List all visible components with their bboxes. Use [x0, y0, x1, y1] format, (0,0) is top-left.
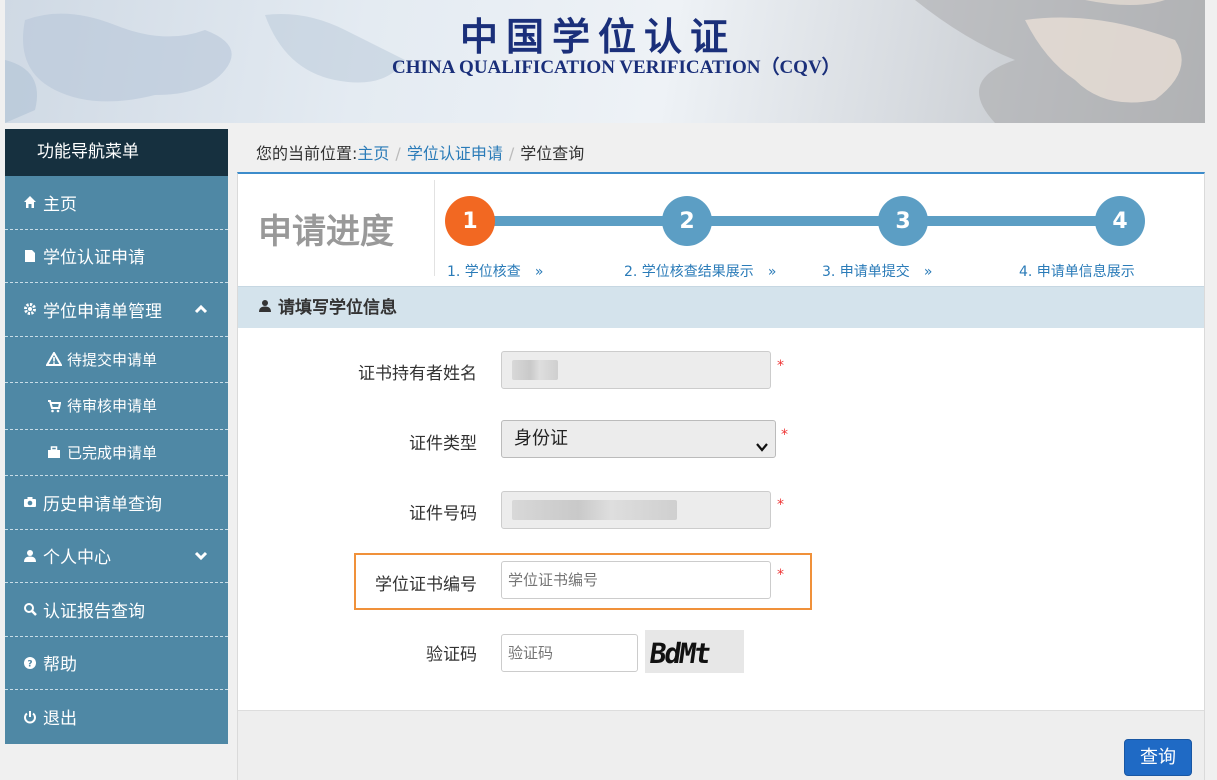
sidebar-item-logout[interactable]: 退出	[5, 690, 228, 744]
step-3-label: 3. 申请单提交 »	[822, 261, 932, 281]
breadcrumb-parent-link[interactable]: 学位认证申请	[407, 144, 503, 163]
gear-icon	[21, 302, 39, 316]
holder-name-field[interactable]	[501, 351, 771, 389]
user-icon	[258, 287, 272, 329]
chevron-down-icon	[755, 431, 769, 452]
captcha-label: 验证码	[426, 645, 477, 665]
sidebar-item-pending-review[interactable]: 待审核申请单	[5, 383, 228, 430]
main-panel: 申请进度 1 2 3 4 1. 学位核查 » 2. 学位核查结果展示 » 3. 申请…	[237, 172, 1205, 780]
camera-icon	[21, 496, 39, 508]
breadcrumb: 您的当前位置:主页 / 学位认证申请 / 学位查询	[256, 140, 584, 164]
required-mark: *	[777, 358, 784, 374]
progress-title: 申请进度	[258, 212, 394, 252]
captcha-input[interactable]	[501, 634, 638, 672]
step-2-circle: 2	[662, 196, 712, 246]
sidebar-item-pending-submit[interactable]: 待提交申请单	[5, 337, 228, 383]
sidebar-nav: 功能导航菜单 主页 学位认证申请 学位申请单管理 待提交申请单 待审核申请单 已…	[5, 129, 228, 744]
power-icon	[21, 710, 39, 724]
warning-icon	[45, 352, 63, 367]
sidebar-item-completed[interactable]: 已完成申请单	[5, 430, 228, 476]
id-number-label: 证件号码	[409, 504, 477, 524]
handshake-graphic	[915, 0, 1205, 123]
sidebar-item-label: 待提交申请单	[67, 350, 158, 369]
step-3-circle: 3	[878, 196, 928, 246]
world-map-graphic	[5, 13, 405, 123]
step-4-circle: 4	[1095, 196, 1145, 246]
id-type-value: 身份证	[514, 428, 568, 449]
form-section-header: 请填写学位信息	[238, 286, 1204, 328]
progress-track	[470, 216, 1120, 226]
sidebar-item-label: 历史申请单查询	[43, 494, 162, 515]
chevron-up-icon	[194, 299, 208, 319]
sidebar-item-label: 待审核申请单	[67, 397, 158, 416]
breadcrumb-separator: /	[395, 144, 401, 163]
file-icon	[21, 249, 39, 263]
user-icon	[21, 549, 39, 563]
required-mark: *	[781, 427, 788, 443]
form-footer	[238, 710, 1204, 780]
step-arrow: »	[767, 264, 777, 280]
id-type-label: 证件类型	[409, 434, 477, 454]
sidebar-item-label: 退出	[43, 709, 77, 730]
redacted-value	[512, 500, 677, 520]
sidebar-item-application-management[interactable]: 学位申请单管理	[5, 283, 228, 337]
sidebar-item-label: 学位认证申请	[43, 248, 145, 269]
sidebar-item-home[interactable]: 主页	[5, 176, 228, 230]
sidebar-item-help[interactable]: ? 帮助	[5, 637, 228, 690]
redacted-value	[512, 360, 558, 380]
cert-number-input[interactable]	[501, 561, 771, 599]
sidebar-item-degree-application[interactable]: 学位认证申请	[5, 230, 228, 283]
progress-steps: 1 2 3 4 1. 学位核查» 2. 学位核查结果展示» 3. 申请单提交» …	[445, 184, 1175, 280]
breadcrumb-prefix: 您的当前位置:	[256, 144, 358, 163]
query-button[interactable]: 查询	[1124, 739, 1192, 776]
sidebar-item-label: 认证报告查询	[43, 601, 145, 622]
step-arrow: »	[534, 264, 544, 280]
breadcrumb-current: 学位查询	[520, 144, 585, 163]
captcha-text: BdMt	[647, 637, 711, 670]
chevron-down-icon	[194, 546, 208, 566]
help-icon: ?	[21, 656, 39, 670]
sidebar-item-label: 帮助	[43, 655, 77, 676]
section-title: 请填写学位信息	[278, 298, 397, 318]
breadcrumb-separator: /	[508, 144, 515, 163]
sidebar-item-label: 学位申请单管理	[43, 301, 162, 322]
sidebar-item-label: 主页	[43, 194, 77, 215]
step-2-label: 2. 学位核查结果展示 »	[624, 261, 776, 281]
sidebar-heading: 功能导航菜单	[5, 129, 228, 176]
required-mark: *	[777, 497, 784, 513]
cart-icon	[45, 399, 63, 413]
progress-divider	[434, 180, 435, 276]
holder-name-label: 证书持有者姓名	[358, 364, 477, 384]
banner-subtitle: CHINA QUALIFICATION VERIFICATION（CQV）	[392, 57, 841, 78]
sidebar-item-label: 已完成申请单	[67, 443, 158, 462]
home-icon	[21, 195, 39, 209]
sidebar-item-report-query[interactable]: 认证报告查询	[5, 583, 228, 637]
sidebar-item-label: 个人中心	[43, 548, 111, 569]
step-1-text: 1. 学位核查	[447, 264, 521, 280]
step-3-text: 3. 申请单提交	[822, 264, 910, 280]
captcha-image[interactable]: BdMt	[645, 630, 744, 673]
site-banner: 中国学位认证 CHINA QUALIFICATION VERIFICATION（…	[5, 0, 1205, 123]
svg-text:?: ?	[27, 659, 32, 669]
step-1-circle: 1	[445, 196, 495, 246]
sidebar-item-personal-center[interactable]: 个人中心	[5, 530, 228, 583]
search-icon	[21, 602, 39, 617]
id-type-select[interactable]: 身份证	[501, 420, 776, 458]
step-2-text: 2. 学位核查结果展示	[624, 264, 754, 280]
step-arrow: »	[923, 264, 933, 280]
briefcase-icon	[45, 446, 63, 459]
id-number-field[interactable]	[501, 491, 771, 529]
step-4-label: 4. 申请单信息展示	[1019, 264, 1135, 280]
step-1-label: 1. 学位核查 »	[447, 261, 543, 281]
breadcrumb-home-link[interactable]: 主页	[357, 144, 389, 163]
required-mark: *	[777, 567, 784, 583]
cert-number-label: 学位证书编号	[375, 575, 477, 595]
sidebar-item-history[interactable]: 历史申请单查询	[5, 476, 228, 530]
